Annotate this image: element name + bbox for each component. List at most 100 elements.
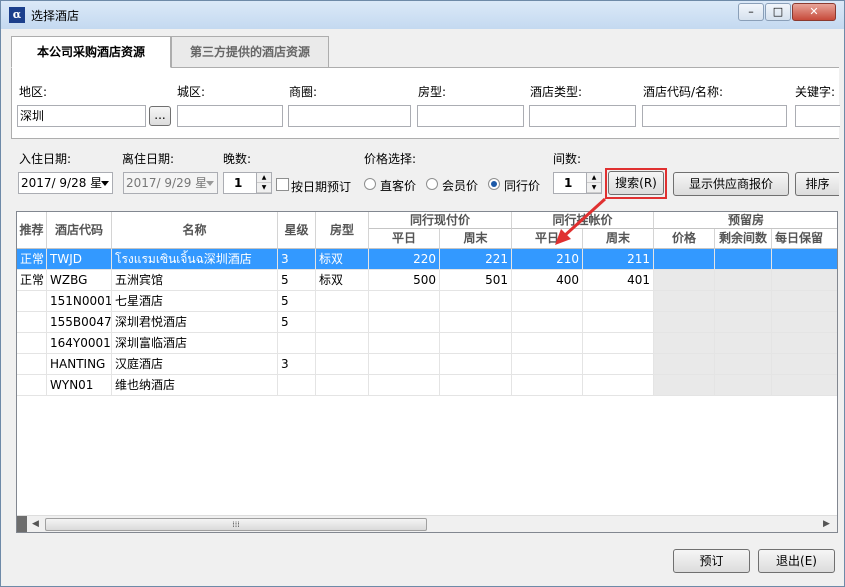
- col-header-weekend-1[interactable]: 周末: [440, 229, 512, 249]
- col-header-name[interactable]: 名称: [112, 212, 278, 249]
- cell-rec[interactable]: 正常: [17, 270, 47, 291]
- maximize-button[interactable]: □: [765, 3, 791, 21]
- radio-direct-price[interactable]: [364, 178, 376, 190]
- cell-reserved[interactable]: [772, 375, 837, 396]
- scrollbar-thumb[interactable]: ⁞⁞⁞: [45, 518, 427, 531]
- cell-room[interactable]: 标双: [316, 249, 369, 270]
- chevron-down-icon[interactable]: [101, 181, 109, 186]
- cell-rec[interactable]: [17, 312, 47, 333]
- cell-rec[interactable]: [17, 375, 47, 396]
- cell-room[interactable]: [316, 375, 369, 396]
- cell-name[interactable]: 深圳富临酒店: [112, 333, 278, 354]
- cell-p3[interactable]: [512, 291, 583, 312]
- cell-reserved[interactable]: [772, 249, 837, 270]
- cell-p3[interactable]: [512, 333, 583, 354]
- cell-reserved[interactable]: [715, 249, 772, 270]
- cell-p2[interactable]: [440, 354, 512, 375]
- cell-room[interactable]: [316, 312, 369, 333]
- cell-reserved[interactable]: [715, 333, 772, 354]
- cell-room[interactable]: 标双: [316, 270, 369, 291]
- cell-room[interactable]: [316, 291, 369, 312]
- cell-reserved[interactable]: [715, 375, 772, 396]
- cell-p3[interactable]: 400: [512, 270, 583, 291]
- by-date-checkbox[interactable]: [276, 178, 289, 191]
- cell-p2[interactable]: [440, 375, 512, 396]
- cell-rec[interactable]: [17, 333, 47, 354]
- table-row[interactable]: 151N0001 七星酒店 5: [17, 291, 837, 312]
- cell-p1[interactable]: [369, 375, 440, 396]
- cell-reserved[interactable]: [772, 291, 837, 312]
- col-header-recommend[interactable]: 推荐: [17, 212, 47, 249]
- cell-code[interactable]: 151N0001: [47, 291, 112, 312]
- cell-name[interactable]: 深圳君悦酒店: [112, 312, 278, 333]
- rooms-spin-buttons[interactable]: ▲ ▼: [586, 173, 601, 193]
- cell-star[interactable]: 3: [278, 249, 316, 270]
- cell-reserved[interactable]: [654, 333, 715, 354]
- col-header-price[interactable]: 价格: [654, 229, 715, 249]
- hotel-type-input[interactable]: [529, 105, 636, 127]
- cell-code[interactable]: 164Y0001: [47, 333, 112, 354]
- cell-reserved[interactable]: [715, 270, 772, 291]
- room-type-input[interactable]: [417, 105, 524, 127]
- cell-star[interactable]: 5: [278, 312, 316, 333]
- cell-reserved[interactable]: [654, 375, 715, 396]
- cell-reserved[interactable]: [772, 333, 837, 354]
- cell-name[interactable]: 汉庭酒店: [112, 354, 278, 375]
- chevron-down-icon[interactable]: [206, 181, 214, 186]
- scroll-right-icon[interactable]: ▶: [823, 519, 830, 529]
- cell-p4[interactable]: [583, 291, 654, 312]
- tab-company-hotels[interactable]: 本公司采购酒店资源: [11, 36, 171, 68]
- col-header-daily-hold[interactable]: 每日保留: [772, 229, 837, 249]
- cell-star[interactable]: 3: [278, 354, 316, 375]
- cell-code[interactable]: WYN01: [47, 375, 112, 396]
- col-header-weekday-1[interactable]: 平日: [369, 229, 440, 249]
- cell-name[interactable]: 七星酒店: [112, 291, 278, 312]
- cell-reserved[interactable]: [654, 312, 715, 333]
- cell-p1[interactable]: 500: [369, 270, 440, 291]
- radio-peer-price[interactable]: [488, 178, 500, 190]
- cell-room[interactable]: [316, 333, 369, 354]
- col-header-remaining-rooms[interactable]: 剩余间数: [715, 229, 772, 249]
- tab-third-party-hotels[interactable]: 第三方提供的酒店资源: [171, 36, 329, 68]
- table-row[interactable]: 164Y0001 深圳富临酒店: [17, 333, 837, 354]
- book-button[interactable]: 预订: [673, 549, 750, 573]
- sort-button[interactable]: 排序: [795, 172, 839, 196]
- cell-name[interactable]: 五洲宾馆: [112, 270, 278, 291]
- cell-reserved[interactable]: [654, 249, 715, 270]
- district-browse-button[interactable]: ...: [149, 106, 171, 126]
- title-bar[interactable]: α 选择酒店 – □ ✕: [1, 1, 844, 29]
- cell-p2[interactable]: [440, 291, 512, 312]
- cell-p1[interactable]: 220: [369, 249, 440, 270]
- rooms-stepper[interactable]: 1 ▲ ▼: [553, 172, 602, 194]
- nights-stepper[interactable]: 1 ▲ ▼: [223, 172, 272, 194]
- cell-rec[interactable]: [17, 291, 47, 312]
- cell-p4[interactable]: [583, 375, 654, 396]
- table-row[interactable]: WYN01 维也纳酒店: [17, 375, 837, 396]
- cell-rec[interactable]: 正常: [17, 249, 47, 270]
- table-row[interactable]: HANTING 汉庭酒店 3: [17, 354, 837, 375]
- cell-star[interactable]: [278, 333, 316, 354]
- cell-p2[interactable]: 501: [440, 270, 512, 291]
- cell-reserved[interactable]: [772, 354, 837, 375]
- nights-spin-buttons[interactable]: ▲ ▼: [256, 173, 271, 193]
- business-area-input[interactable]: [288, 105, 411, 127]
- cell-p3[interactable]: [512, 354, 583, 375]
- horizontal-scrollbar[interactable]: ◀ ⁞⁞⁞ ▶: [17, 515, 837, 532]
- cell-p1[interactable]: [369, 333, 440, 354]
- cell-name[interactable]: โรงแรมเซินเจิ้นฉ深圳酒店: [112, 249, 278, 270]
- show-supplier-price-button[interactable]: 显示供应商报价: [673, 172, 789, 196]
- exit-button[interactable]: 退出(E): [758, 549, 835, 573]
- cell-p2[interactable]: [440, 333, 512, 354]
- table-row[interactable]: 155B0047 深圳君悦酒店 5: [17, 312, 837, 333]
- cell-star[interactable]: [278, 375, 316, 396]
- city-area-input[interactable]: [177, 105, 283, 127]
- cell-p4[interactable]: [583, 354, 654, 375]
- table-row[interactable]: 正常 TWJD โรงแรมเซินเจิ้นฉ深圳酒店 3 标双 220 221 210 21…: [17, 249, 837, 270]
- col-header-star[interactable]: 星级: [278, 212, 316, 249]
- cell-reserved[interactable]: [715, 291, 772, 312]
- cell-p4[interactable]: [583, 312, 654, 333]
- cell-p2[interactable]: 221: [440, 249, 512, 270]
- cell-p3[interactable]: [512, 312, 583, 333]
- cell-star[interactable]: 5: [278, 291, 316, 312]
- cell-name[interactable]: 维也纳酒店: [112, 375, 278, 396]
